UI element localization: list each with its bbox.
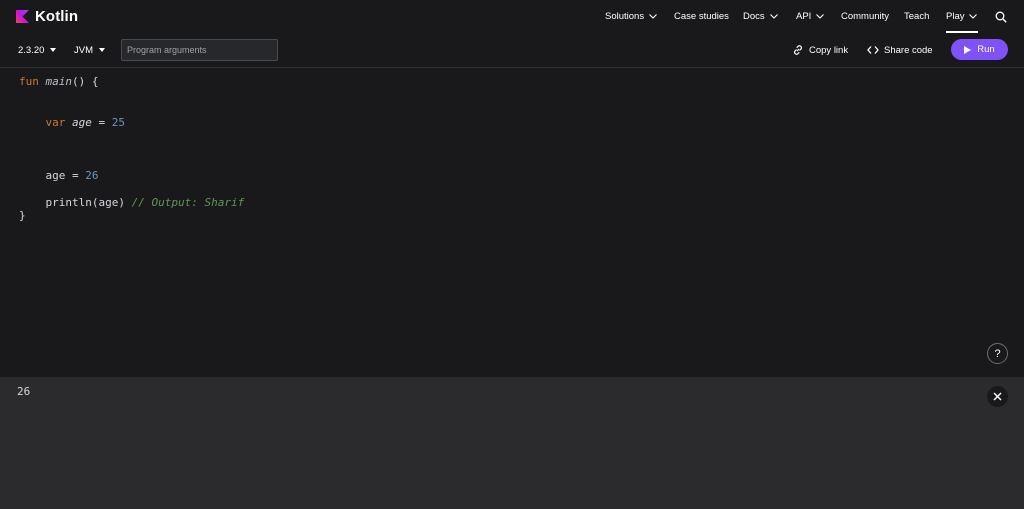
variable-name: age [72, 116, 92, 129]
number-literal: 26 [85, 169, 99, 182]
keyword: fun [19, 75, 39, 88]
nav-item-label: Play [946, 11, 965, 22]
code-line: age = 26 [19, 169, 99, 183]
nav-item-label: Community [841, 11, 890, 22]
dropdown-arrow-icon [50, 48, 57, 52]
run-label: Run [977, 44, 995, 55]
share-code-button[interactable]: Share code [867, 33, 933, 67]
play-icon [964, 45, 972, 54]
help-button[interactable]: ? [987, 343, 1008, 364]
copy-link-label: Copy link [809, 44, 849, 56]
search-icon [995, 11, 1007, 23]
nav-item-label: Teach [904, 11, 930, 22]
copy-link-button[interactable]: Copy link [792, 33, 848, 67]
code-line: } [19, 209, 26, 223]
playground-toolbar: 2.3.20 JVM Copy link Share code Run [0, 33, 1024, 68]
function-name: main [45, 75, 73, 88]
kotlin-logo-icon [16, 10, 29, 23]
keyword: var [45, 116, 66, 129]
close-icon [993, 392, 1002, 401]
version-label: 2.3.20 [18, 44, 45, 56]
nav-item-solutions[interactable]: Solutions [605, 0, 665, 33]
close-output-button[interactable] [987, 386, 1008, 407]
nav-item-api[interactable]: API [796, 0, 826, 33]
code-editor[interactable]: fun main() { var age = 25 age = 26 print… [0, 68, 1024, 377]
code-text: = [65, 169, 86, 182]
platform-label: JVM [74, 44, 93, 56]
nav-item-docs[interactable]: Docs [743, 0, 783, 33]
nav-item-case-studies[interactable]: Case studies [674, 0, 734, 33]
code-text: } [19, 209, 26, 222]
dropdown-arrow-icon [99, 48, 105, 52]
share-code-label: Share code [884, 44, 933, 56]
output-text: 26 [17, 385, 31, 398]
code-comment: // Output: Sharif [131, 196, 245, 209]
code-brackets-icon [867, 46, 879, 54]
code-text: = [91, 116, 112, 129]
kotlin-logo[interactable]: Kotlin [16, 0, 78, 33]
brand-name: Kotlin [35, 8, 79, 25]
top-nav: Kotlin Solutions Case studies Docs API C… [0, 0, 1024, 33]
platform-select[interactable]: JVM [74, 33, 105, 67]
code-text: println(age) [45, 196, 125, 209]
help-icon: ? [994, 347, 1001, 360]
chevron-down-icon [816, 14, 825, 19]
variable-name: age [45, 169, 66, 182]
chevron-down-icon [969, 14, 978, 19]
code-text: () { [72, 75, 99, 88]
version-select[interactable]: 2.3.20 [18, 33, 57, 67]
number-literal: 25 [111, 116, 125, 129]
chevron-down-icon [649, 14, 657, 19]
code-line: println(age) // Output: Sharif [19, 196, 245, 210]
search-button[interactable] [995, 0, 1009, 33]
program-arguments-input[interactable] [121, 39, 278, 61]
link-icon [794, 45, 802, 55]
chevron-down-icon [769, 14, 778, 19]
nav-item-play[interactable]: Play [946, 0, 978, 33]
nav-item-label: API [796, 11, 812, 22]
nav-item-label: Case studies [674, 11, 729, 22]
run-button[interactable]: Run [951, 39, 1008, 60]
code-line: fun main() { [19, 75, 99, 89]
nav-item-label: Solutions [605, 11, 645, 22]
nav-item-teach[interactable]: Teach [904, 0, 934, 33]
output-panel: 26 [0, 377, 1024, 509]
code-line: var age = 25 [19, 116, 126, 130]
nav-item-label: Docs [743, 11, 765, 22]
nav-item-community[interactable]: Community [841, 0, 891, 33]
